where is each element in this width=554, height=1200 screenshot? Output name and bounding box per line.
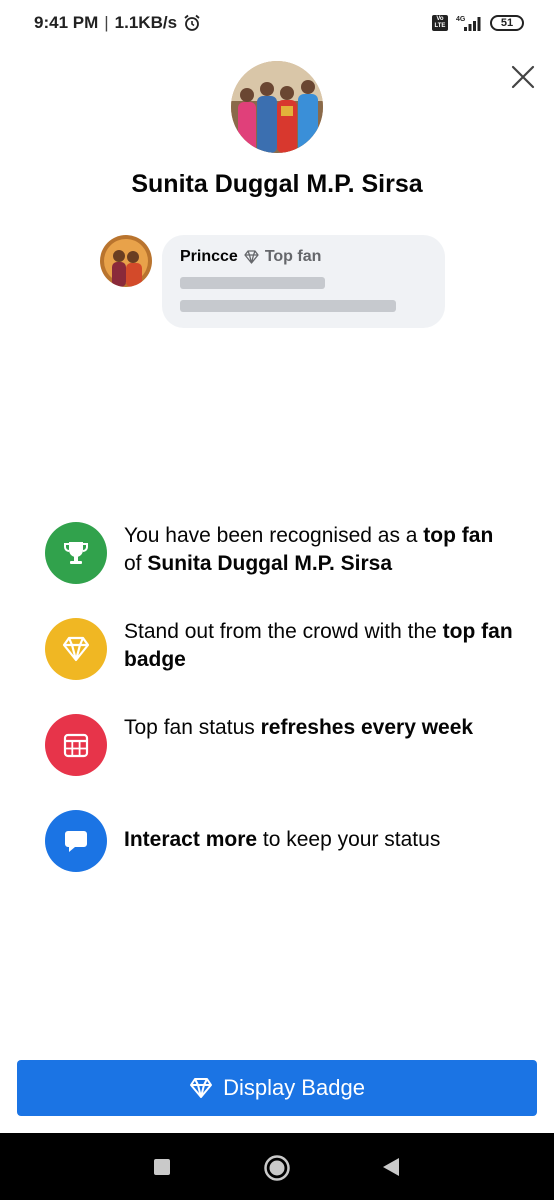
- feature-text-interact: Interact more to keep your status: [124, 828, 441, 851]
- status-time: 9:41 PM: [34, 13, 99, 32]
- commenter-name: Princce: [180, 248, 238, 265]
- trophy-icon: [45, 522, 107, 584]
- page-profile-photo: [231, 61, 323, 153]
- navigation-bar: [0, 1133, 554, 1200]
- battery-indicator: 51: [490, 15, 524, 31]
- group-photo-image: [231, 61, 323, 153]
- commenter-avatar: [100, 235, 152, 287]
- recent-apps-button[interactable]: [152, 1157, 172, 1177]
- top-fan-label: Top fan: [264, 248, 322, 265]
- status-speed: 1.1KB/s: [114, 13, 178, 32]
- status-right: Vo LTE 4G 51: [432, 14, 524, 32]
- chat-bubble-icon: [45, 810, 107, 872]
- commenter-photo-image: [100, 235, 152, 287]
- diamond-icon: [45, 618, 107, 680]
- diamond-icon: [244, 250, 259, 264]
- comment-header: Princce Top fan: [180, 248, 321, 266]
- home-button[interactable]: [263, 1154, 291, 1182]
- display-badge-button[interactable]: Display Badge: [17, 1060, 537, 1116]
- page-title: Sunita Duggal M.P. Sirsa: [131, 170, 423, 198]
- diamond-icon: [190, 1078, 213, 1098]
- calendar-icon: [45, 714, 107, 776]
- feature-badge: Stand out from the crowd with the top fa…: [45, 618, 515, 680]
- feature-refresh: Top fan status refreshes every week: [45, 714, 515, 776]
- feature-text-badge: Stand out from the crowd with the top fa…: [124, 620, 513, 671]
- comment-placeholder-line: [180, 300, 396, 312]
- comment-preview-bubble: Princce Top fan: [162, 235, 445, 328]
- signal-icon: 4G: [456, 16, 481, 31]
- comment-placeholder-line: [180, 277, 325, 289]
- feature-interact: Interact more to keep your status: [45, 810, 515, 872]
- feature-text-top-fan: You have been recognised as a top fan of…: [124, 524, 494, 575]
- close-button[interactable]: [508, 62, 538, 92]
- status-bar: 9:41 PM | 1.1KB/s Vo LTE 4G 51: [0, 0, 554, 50]
- feature-text-refresh: Top fan status refreshes every week: [124, 716, 474, 739]
- status-separator: |: [104, 13, 109, 32]
- volte-icon: Vo LTE: [432, 15, 448, 31]
- back-button[interactable]: [380, 1156, 402, 1178]
- status-left: 9:41 PM | 1.1KB/s: [34, 13, 201, 33]
- network-type: 4G: [456, 16, 466, 23]
- alarm-icon: [184, 14, 200, 31]
- feature-top-fan: You have been recognised as a top fan of…: [45, 522, 515, 584]
- display-badge-label: Display Badge: [223, 1075, 365, 1100]
